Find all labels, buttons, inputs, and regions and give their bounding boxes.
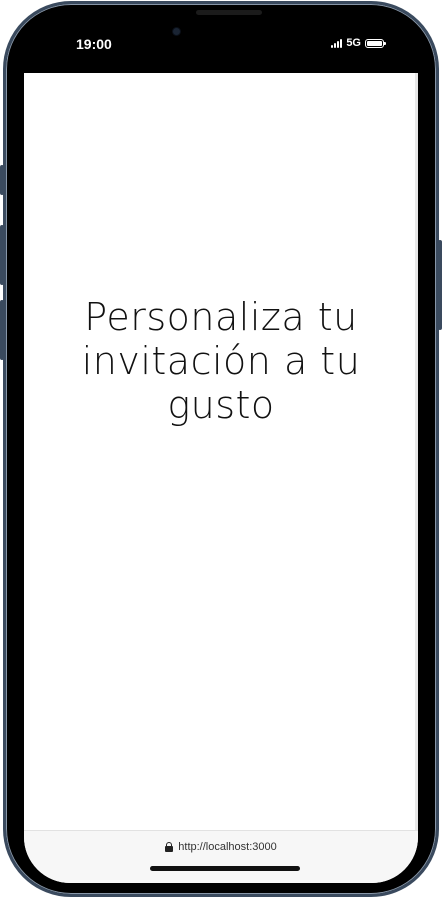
signal-strength-icon	[331, 38, 343, 48]
browser-url-bar[interactable]: http://localhost:3000	[24, 830, 418, 883]
home-indicator[interactable]	[150, 866, 300, 871]
speaker-slot	[196, 10, 262, 15]
volume-up-button	[0, 225, 4, 285]
screen: Personaliza tu invitación a tu gusto htt…	[24, 73, 418, 883]
status-time: 19:00	[76, 36, 112, 52]
battery-icon	[365, 38, 386, 48]
scrollbar-track	[415, 73, 418, 830]
status-indicators: 5G	[331, 37, 386, 49]
volume-down-button	[0, 300, 4, 360]
url-row[interactable]: http://localhost:3000	[24, 841, 418, 853]
status-bar: 19:00 5G	[24, 22, 418, 72]
power-button	[438, 240, 442, 330]
network-type: 5G	[346, 37, 361, 49]
lock-icon	[165, 842, 174, 852]
page-title: Personaliza tu invitación a tu gusto	[81, 295, 361, 427]
silent-switch	[0, 165, 4, 195]
url-text[interactable]: http://localhost:3000	[178, 841, 276, 853]
